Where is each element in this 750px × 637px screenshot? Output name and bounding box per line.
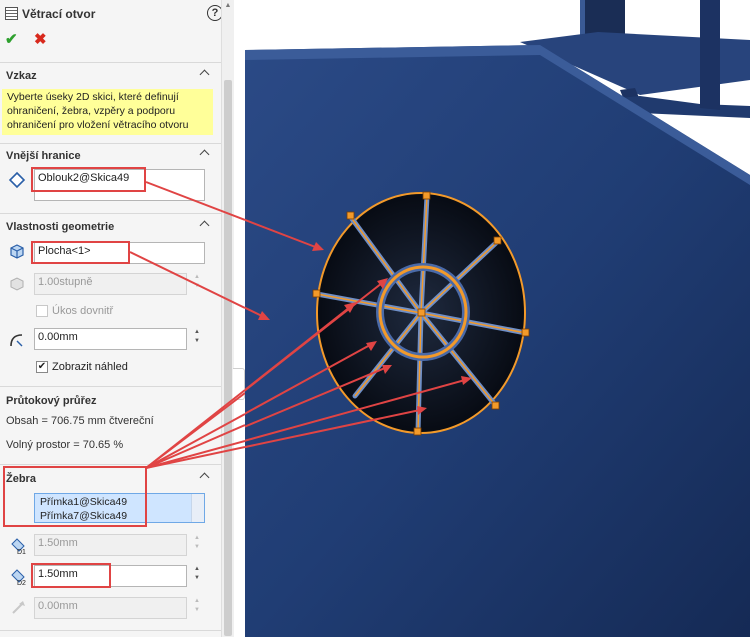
- fillet-radius-icon: [10, 334, 23, 347]
- list-item[interactable]: Přímka7@Skica49: [40, 510, 127, 522]
- collapse-chevron-icon[interactable]: [200, 471, 210, 481]
- model-bar: [700, 0, 720, 110]
- cancel-x-icon[interactable]: ✖: [34, 30, 47, 48]
- divider: [0, 213, 221, 214]
- draft-angle-field[interactable]: 1.00stupně: [34, 273, 187, 295]
- panel-scrollbar[interactable]: ▲: [221, 0, 234, 637]
- rib-width-field[interactable]: 1.50mm: [34, 565, 187, 587]
- model-scene: [245, 0, 750, 637]
- rib-offset-field[interactable]: 0.00mm: [34, 597, 187, 619]
- ribs-section-title: Žebra: [6, 473, 36, 485]
- face-cube-icon: [10, 244, 24, 259]
- rib-width-icon: D2: [11, 569, 26, 586]
- rib-depth-field[interactable]: 1.50mm: [34, 534, 187, 556]
- rib-depth-value: 1.50mm: [38, 537, 78, 549]
- rib-offset-icon: [12, 601, 25, 614]
- draft-angle-spinner[interactable]: ▲ ▼: [192, 273, 202, 295]
- ribs-selection-list[interactable]: Přímka1@Skica49 Přímka7@Skica49: [34, 493, 205, 523]
- scroll-up-icon[interactable]: ▲: [224, 2, 232, 10]
- feature-titlebar: Větrací otvor ?: [0, 0, 221, 27]
- rib-width-spinner[interactable]: ▲ ▼: [192, 565, 202, 587]
- preview-label: Zobrazit náhled: [52, 361, 128, 373]
- divider: [0, 464, 221, 465]
- fillet-radius-value: 0.00mm: [38, 331, 78, 343]
- draft-angle-value: 1.00stupně: [38, 276, 93, 288]
- draft-angle-icon: [10, 277, 24, 291]
- vent-feature-icon: [5, 7, 18, 20]
- feature-title: Větrací otvor: [22, 7, 96, 21]
- geometry-section-title: Vlastnosti geometrie: [6, 221, 115, 233]
- rib-depth-icon: D1: [11, 538, 26, 555]
- help-icon[interactable]: ?: [207, 5, 221, 21]
- collapse-chevron-icon[interactable]: [200, 219, 210, 229]
- flow-area-text: Obsah = 706.75 mm čtvereční: [6, 415, 154, 427]
- property-manager: Větrací otvor ? ✔ ✖ Vzkaz Vyberte úseky …: [0, 0, 221, 637]
- boundary-diamond-icon: [8, 171, 26, 189]
- graphics-viewport[interactable]: [245, 0, 750, 637]
- boundary-selection-item: Oblouk2@Skica49: [38, 172, 130, 184]
- collapse-chevron-icon[interactable]: [200, 68, 210, 78]
- open-area-text: Volný prostor = 70.65 %: [6, 439, 124, 451]
- preview-checkbox[interactable]: ✔: [36, 361, 48, 373]
- boundary-selection-box[interactable]: Oblouk2@Skica49: [34, 169, 205, 201]
- scroll-thumb[interactable]: [224, 80, 232, 636]
- divider: [0, 386, 221, 387]
- ok-check-icon[interactable]: ✔: [5, 30, 18, 48]
- boundary-section-title: Vnější hranice: [6, 150, 81, 162]
- rib-offset-value: 0.00mm: [38, 600, 78, 612]
- face-selection-field[interactable]: Plocha<1>: [34, 242, 205, 264]
- draft-inward-label: Úkos dovnitř: [52, 305, 114, 317]
- panel-splitter-handle[interactable]: [233, 368, 245, 400]
- divider: [0, 630, 221, 631]
- face-selection-value: Plocha<1>: [38, 245, 91, 257]
- rib-depth-spinner[interactable]: ▲ ▼: [192, 534, 202, 556]
- divider: [0, 62, 221, 63]
- fillet-radius-field[interactable]: 0.00mm: [34, 328, 187, 350]
- divider: [0, 143, 221, 144]
- svg-text:D2: D2: [17, 580, 26, 586]
- draft-inward-checkbox[interactable]: [36, 305, 48, 317]
- flow-section-title: Průtokový průřez: [6, 395, 97, 407]
- svg-text:D1: D1: [17, 549, 26, 555]
- fillet-radius-spinner[interactable]: ▲ ▼: [192, 328, 202, 350]
- message-section-title: Vzkaz: [6, 70, 37, 82]
- collapse-chevron-icon[interactable]: [200, 148, 210, 158]
- message-hint: Vyberte úseky 2D skici, které definují o…: [2, 89, 213, 135]
- rib-width-value: 1.50mm: [38, 568, 78, 580]
- list-scrollbar[interactable]: [191, 494, 204, 522]
- list-item[interactable]: Přímka1@Skica49: [40, 496, 127, 508]
- rib-offset-spinner[interactable]: ▲ ▼: [192, 597, 202, 619]
